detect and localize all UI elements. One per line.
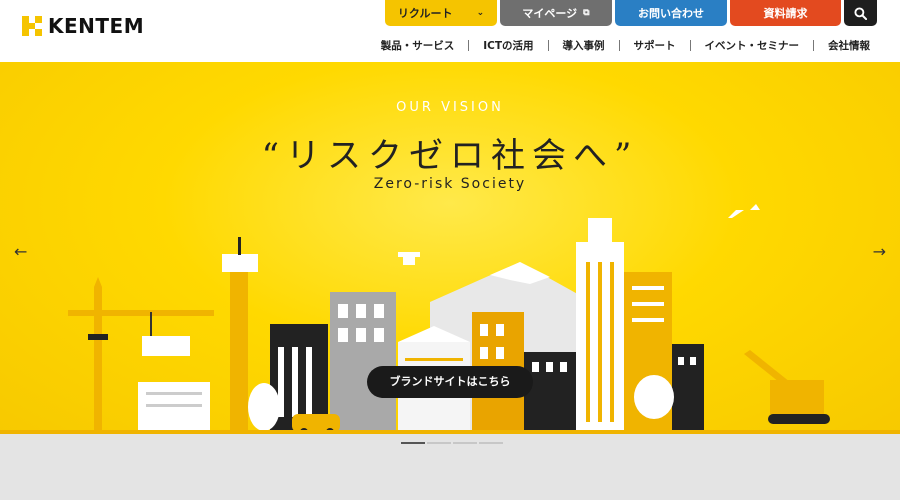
carousel-next-arrow-icon[interactable]: → — [873, 242, 886, 261]
carousel-footer — [0, 434, 900, 500]
main-nav: 製品・サービス ICTの活用 導入事例 サポート イベント・セミナー 会社情報 — [367, 38, 870, 53]
recruit-button[interactable]: リクルート ⌄ — [385, 0, 497, 26]
nav-ict[interactable]: ICTの活用 — [469, 38, 547, 53]
logo-text: KENTEM — [48, 14, 145, 38]
carousel-dot-4[interactable] — [479, 442, 503, 444]
external-link-icon: ⧉ — [583, 8, 590, 18]
request-docs-button[interactable]: 資料請求 — [730, 0, 841, 26]
site-header: KENTEM リクルート ⌄ マイページ ⧉ お問い合わせ 資料請求 製品・サー… — [0, 0, 900, 62]
brand-site-button[interactable]: ブランドサイトはこちら — [367, 366, 533, 398]
hero-subtitle: OUR VISION — [396, 100, 504, 115]
hero-banner: OUR VISION “リスクゼロ社会へ” Zero-risk Society … — [0, 62, 900, 434]
carousel-indicators — [401, 442, 503, 444]
logo[interactable]: KENTEM — [22, 14, 144, 38]
search-icon — [854, 6, 867, 20]
hero-title: “リスクゼロ社会へ” — [261, 136, 639, 176]
carousel-dot-1[interactable] — [401, 442, 425, 444]
mypage-button[interactable]: マイページ ⧉ — [500, 0, 612, 26]
chevron-down-icon: ⌄ — [476, 8, 485, 18]
nav-events[interactable]: イベント・セミナー — [691, 38, 814, 53]
kentem-logo-icon — [22, 16, 42, 36]
nav-products[interactable]: 製品・サービス — [367, 38, 469, 53]
nav-company[interactable]: 会社情報 — [814, 38, 870, 53]
mypage-label: マイページ — [522, 7, 578, 20]
nav-support[interactable]: サポート — [620, 38, 690, 53]
request-docs-label: 資料請求 — [763, 7, 808, 20]
carousel-dot-2[interactable] — [427, 442, 451, 444]
search-button[interactable] — [844, 0, 877, 26]
contact-label: お問い合わせ — [638, 7, 704, 20]
nav-cases[interactable]: 導入事例 — [549, 38, 619, 53]
carousel-dot-3[interactable] — [453, 442, 477, 444]
hero-english-tagline: Zero-risk Society — [373, 176, 527, 192]
contact-button[interactable]: お問い合わせ — [615, 0, 727, 26]
carousel-prev-arrow-icon[interactable]: ← — [14, 242, 27, 261]
recruit-label: リクルート — [397, 7, 453, 20]
utility-buttons: リクルート ⌄ マイページ ⧉ お問い合わせ 資料請求 — [385, 0, 877, 26]
